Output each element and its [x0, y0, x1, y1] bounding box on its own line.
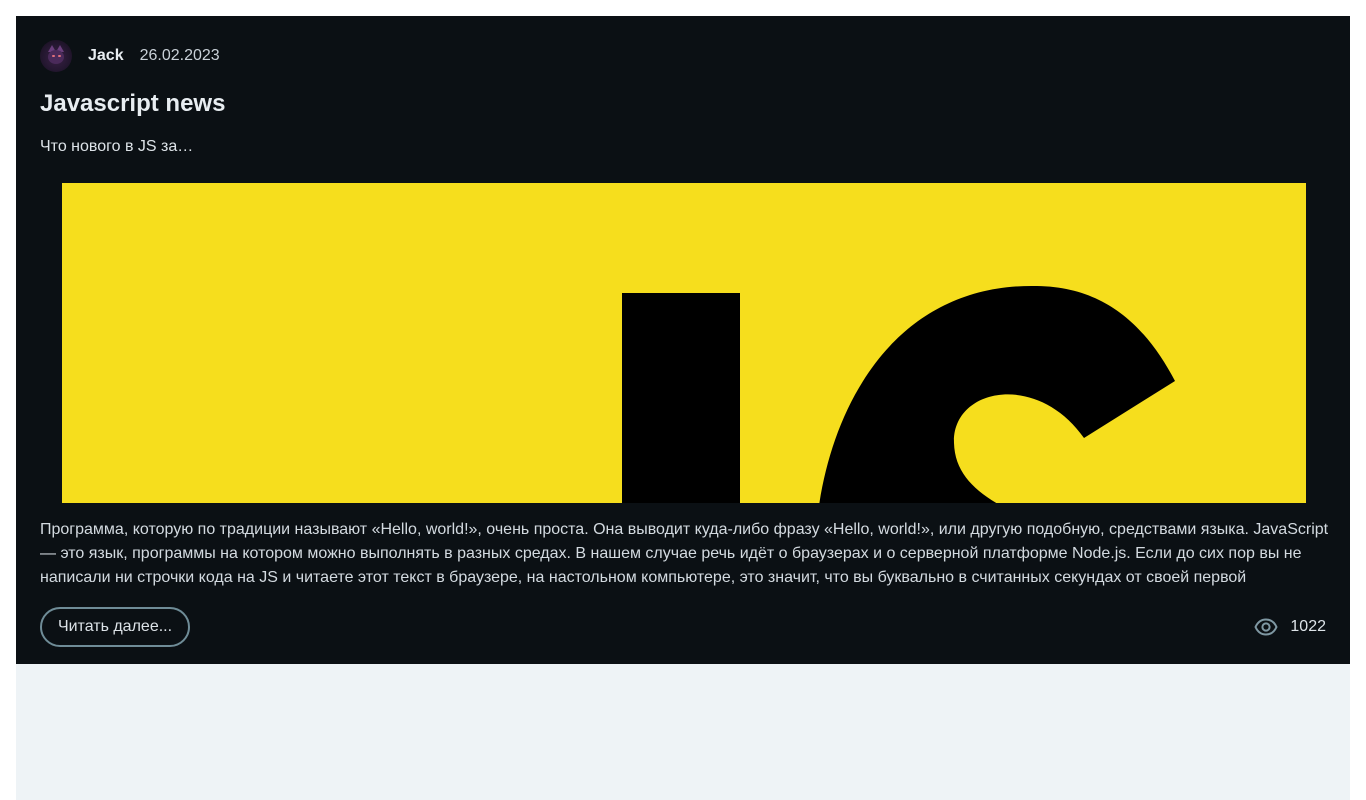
post-cover-image: [62, 183, 1306, 503]
post-meta: Jack 26.02.2023: [40, 40, 220, 72]
views-counter: 1022: [1254, 613, 1326, 641]
post-excerpt: Что нового в JS за…: [40, 138, 194, 155]
cat-eye-right: [58, 55, 61, 57]
post-body-preview: Программа, которую по традиции называют …: [40, 521, 1329, 586]
cat-face: [48, 50, 64, 64]
next-post-card: [16, 664, 1350, 800]
post-title[interactable]: Javascript news: [40, 88, 225, 120]
author-name[interactable]: Jack: [88, 47, 124, 65]
cat-eye-left: [52, 55, 55, 57]
post-date: 26.02.2023: [139, 47, 220, 64]
views-count: 1022: [1290, 618, 1326, 635]
post-card: Jack 26.02.2023 Javascript news Что ново…: [16, 16, 1350, 664]
read-more-button[interactable]: Читать далее...: [40, 607, 190, 647]
eye-icon: [1254, 618, 1278, 636]
js-logo: [62, 183, 1306, 503]
author-avatar[interactable]: [40, 40, 72, 72]
